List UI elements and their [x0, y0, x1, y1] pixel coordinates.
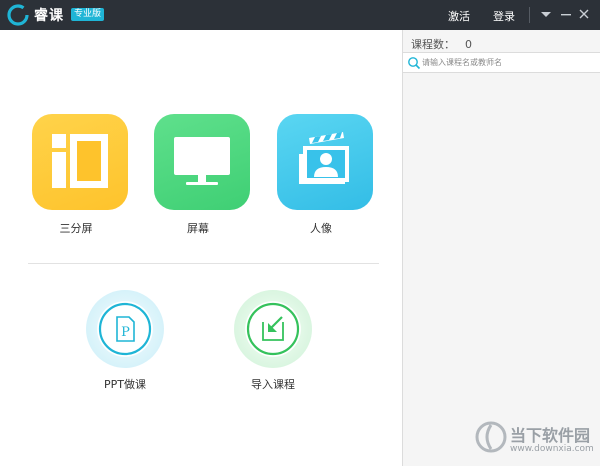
- close-icon[interactable]: [577, 6, 591, 22]
- screen-recording-label: 屏幕: [187, 222, 209, 235]
- import-course-label: 导入课程: [251, 378, 295, 391]
- ppt-course-button[interactable]: P: [86, 290, 164, 368]
- import-course-icon: [246, 302, 300, 356]
- import-course-button[interactable]: [234, 290, 312, 368]
- minimize-icon[interactable]: [559, 6, 573, 22]
- portrait-camera-icon: [299, 132, 349, 184]
- main-area: 三分屏 屏幕 人像 P PPT做课 导入课程: [0, 30, 402, 466]
- dropdown-triangle-icon[interactable]: [539, 6, 553, 22]
- search-input[interactable]: [422, 55, 592, 70]
- watermark-logo-icon: [475, 421, 507, 453]
- activate-button[interactable]: 激活: [448, 8, 470, 24]
- course-count: 课程数： 0: [411, 36, 472, 52]
- screen-recording-button[interactable]: [154, 114, 250, 210]
- app-name: 睿课: [34, 8, 64, 24]
- portrait-recording-label: 人像: [310, 222, 332, 235]
- three-split-screen-label: 三分屏: [59, 222, 93, 235]
- course-panel: 课程数： 0: [402, 30, 600, 466]
- edition-badge: 专业版: [71, 8, 105, 21]
- ppt-course-label: PPT做课: [104, 378, 146, 391]
- course-count-value: 0: [465, 38, 472, 51]
- title-bar[interactable]: 睿课 专业版 激活 登录: [0, 0, 600, 30]
- portrait-recording-button[interactable]: [277, 114, 373, 210]
- app-logo-icon: [7, 4, 29, 26]
- svg-text:P: P: [121, 325, 130, 340]
- search-icon: [408, 57, 421, 70]
- search-box[interactable]: [403, 52, 600, 73]
- watermark-text: 当下软件园: [510, 426, 591, 445]
- app-window: 睿课 专业版 激活 登录 三分屏 屏幕 人像 P PPT做课 导入课程 课程数：…: [0, 0, 600, 466]
- three-split-screen-button[interactable]: [32, 114, 128, 210]
- section-divider: [28, 263, 379, 264]
- monitor-icon: [174, 137, 230, 185]
- titlebar-divider: [529, 7, 530, 23]
- login-button[interactable]: 登录: [493, 8, 515, 24]
- ppt-file-icon: P: [98, 302, 152, 356]
- watermark-url: www.downxia.com: [510, 444, 594, 454]
- watermark: 当下软件园 www.downxia.com: [470, 416, 600, 462]
- course-count-label: 课程数：: [411, 38, 455, 51]
- three-split-screen-icon: [52, 134, 108, 188]
